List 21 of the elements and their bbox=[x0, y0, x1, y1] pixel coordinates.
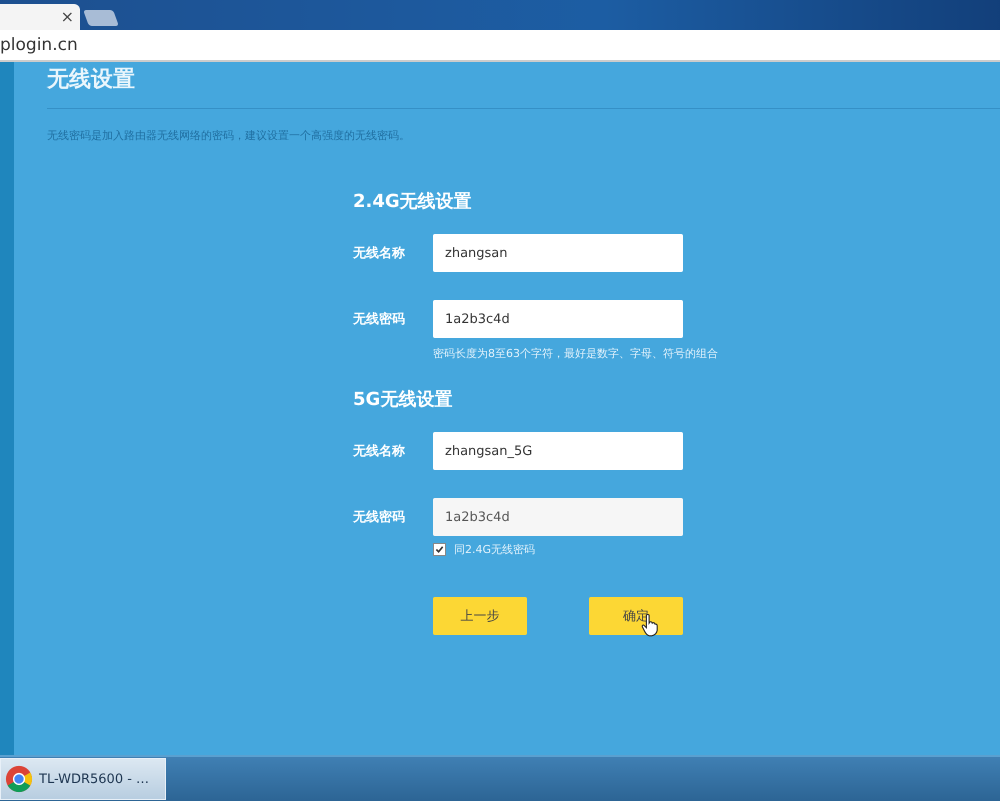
section-title: 5G无线设置 bbox=[353, 388, 454, 411]
input-field[interactable]: zhangsan bbox=[433, 234, 683, 272]
description-text: 无线密码是加入路由器无线网络的密码，建议设置一个高强度的无线密码。 bbox=[47, 128, 411, 143]
field-label: 无线名称 bbox=[353, 443, 406, 460]
new-tab-button[interactable] bbox=[83, 10, 119, 26]
browser-tab[interactable]: × bbox=[0, 4, 80, 30]
taskbar-button[interactable]: TL-WDR5600 - … bbox=[0, 758, 166, 800]
input-field[interactable]: 1a2b3c4d bbox=[433, 300, 683, 338]
field-label: 无线密码 bbox=[353, 310, 406, 328]
field-label: 无线密码 bbox=[353, 508, 406, 526]
page-title: 无线设置 bbox=[47, 66, 136, 94]
checkbox-label: 同2.4G无线密码 bbox=[454, 542, 536, 557]
field-label: 无线名称 bbox=[353, 245, 406, 262]
browser-logo-icon bbox=[5, 765, 33, 793]
taskbar-label: TL-WDR5600 - … bbox=[39, 772, 150, 786]
close-icon[interactable]: × bbox=[60, 9, 74, 25]
checkbox[interactable] bbox=[433, 543, 446, 556]
input-field[interactable]: zhangsan_5G bbox=[433, 432, 683, 470]
action-button[interactable]: 上一步 bbox=[433, 597, 527, 635]
section-title: 2.4G无线设置 bbox=[353, 190, 473, 213]
hint-text: 密码长度为8至63个字符，最好是数字、字母、符号的组合 bbox=[433, 346, 719, 361]
